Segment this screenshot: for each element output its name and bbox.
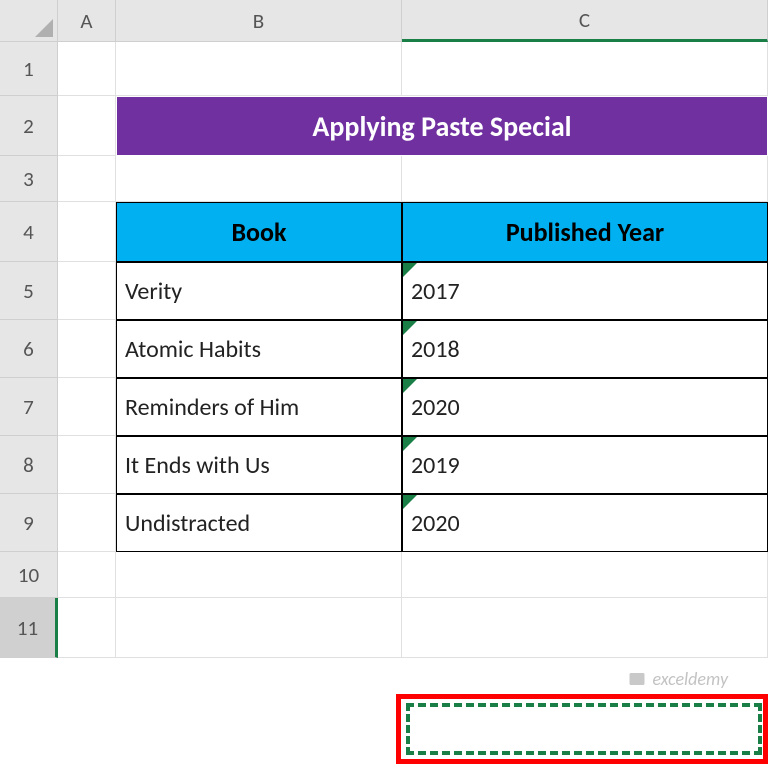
select-all-corner[interactable] xyxy=(0,0,58,42)
cell-book-3[interactable]: It Ends with Us xyxy=(116,436,402,494)
cell-a5[interactable] xyxy=(58,262,116,320)
cell-a1[interactable] xyxy=(58,42,116,96)
cell-b1[interactable] xyxy=(116,42,402,96)
table-header-year[interactable]: Published Year xyxy=(402,202,768,262)
cell-book-0[interactable]: Verity xyxy=(116,262,402,320)
cell-book-4[interactable]: Undistracted xyxy=(116,494,402,552)
cell-a6[interactable] xyxy=(58,320,116,378)
spreadsheet-grid: A B C 1 2 Applying Paste Special 3 4 Boo… xyxy=(0,0,768,658)
cell-a10[interactable] xyxy=(58,552,116,598)
row-header-7[interactable]: 7 xyxy=(0,378,58,436)
cell-book-2[interactable]: Reminders of Him xyxy=(116,378,402,436)
cell-b3[interactable] xyxy=(116,156,402,202)
highlight-annotation xyxy=(396,694,768,764)
cell-year-2[interactable]: 2020 xyxy=(402,378,768,436)
cell-b11[interactable] xyxy=(116,598,402,658)
cell-c3[interactable] xyxy=(402,156,768,202)
cell-year-3[interactable]: 2019 xyxy=(402,436,768,494)
cell-book-1[interactable]: Atomic Habits xyxy=(116,320,402,378)
row-header-8[interactable]: 8 xyxy=(0,436,58,494)
cell-year-0[interactable]: 2017 xyxy=(402,262,768,320)
table-header-book[interactable]: Book xyxy=(116,202,402,262)
cell-a8[interactable] xyxy=(58,436,116,494)
row-header-2[interactable]: 2 xyxy=(0,96,58,156)
row-header-11[interactable]: 11 xyxy=(0,598,58,658)
cell-c10[interactable] xyxy=(402,552,768,598)
row-header-5[interactable]: 5 xyxy=(0,262,58,320)
cell-year-1[interactable]: 2018 xyxy=(402,320,768,378)
copy-marquee xyxy=(406,703,762,755)
row-header-4[interactable]: 4 xyxy=(0,202,58,262)
cell-b10[interactable] xyxy=(116,552,402,598)
row-header-9[interactable]: 9 xyxy=(0,494,58,552)
row-header-10[interactable]: 10 xyxy=(0,552,58,598)
watermark-text: exceldemy xyxy=(652,668,728,690)
cell-a4[interactable] xyxy=(58,202,116,262)
row-header-6[interactable]: 6 xyxy=(0,320,58,378)
cell-a11[interactable] xyxy=(58,598,116,658)
cell-a2[interactable] xyxy=(58,96,116,156)
cell-a7[interactable] xyxy=(58,378,116,436)
excel-icon xyxy=(628,670,646,688)
cell-a9[interactable] xyxy=(58,494,116,552)
row-header-3[interactable]: 3 xyxy=(0,156,58,202)
row-header-1[interactable]: 1 xyxy=(0,42,58,96)
cell-c11[interactable] xyxy=(402,598,768,658)
col-header-b[interactable]: B xyxy=(116,0,402,42)
cell-a3[interactable] xyxy=(58,156,116,202)
title-cell[interactable]: Applying Paste Special xyxy=(116,96,768,156)
col-header-a[interactable]: A xyxy=(58,0,116,42)
watermark: exceldemy xyxy=(628,668,728,690)
cell-c1[interactable] xyxy=(402,42,768,96)
cell-year-4[interactable]: 2020 xyxy=(402,494,768,552)
col-header-c[interactable]: C xyxy=(402,0,768,42)
